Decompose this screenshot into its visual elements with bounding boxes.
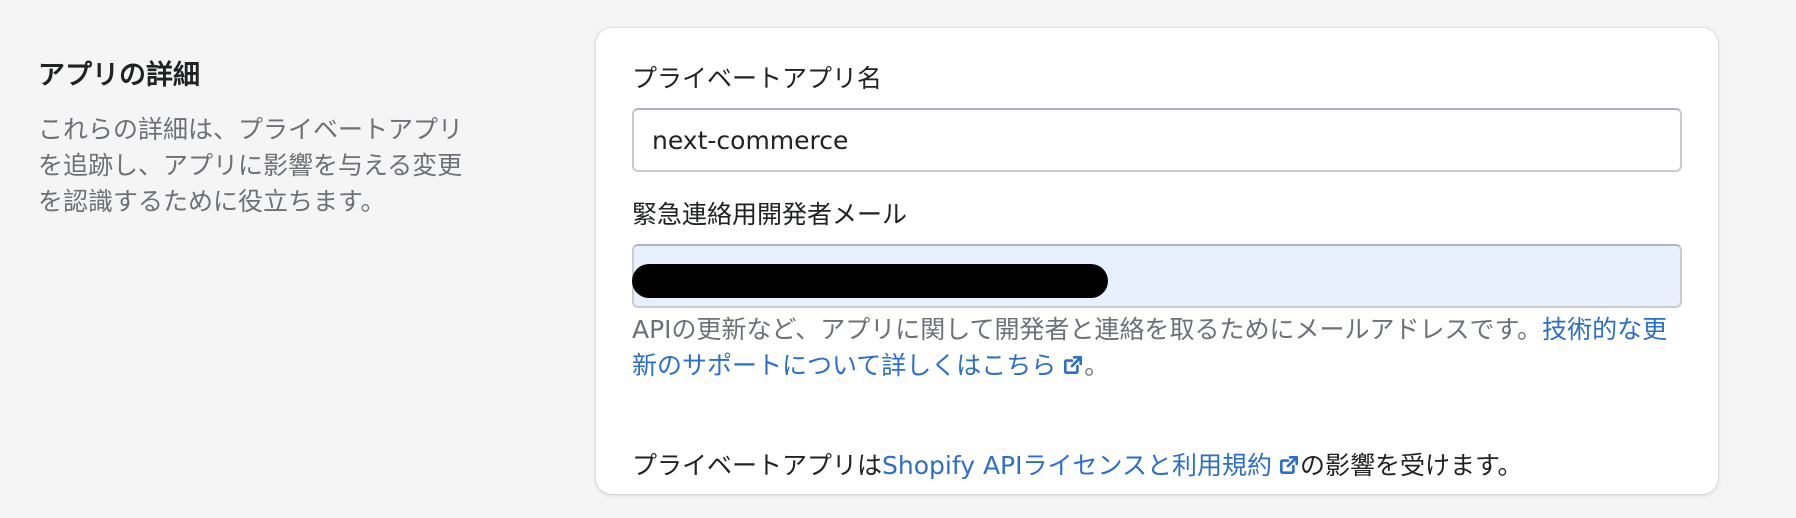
app-name-input[interactable] [632, 108, 1682, 172]
email-help-text: APIの更新など、アプリに関して開発者と連絡を取るためにメールアドレスです。技術… [632, 312, 1686, 384]
external-link-icon [1064, 355, 1083, 375]
external-link-icon [1279, 455, 1299, 475]
section-annotation: アプリの詳細 これらの詳細は、プライベートアプリを追跡し、アプリに影響を与える変… [38, 58, 478, 220]
section-title: アプリの詳細 [38, 60, 200, 91]
email-help-end: 。 [1084, 351, 1110, 380]
redaction-mark [632, 264, 1108, 298]
api-terms-notice: プライベートアプリはShopify APIライセンスと利用規約 の影響を受けます。 [632, 448, 1523, 484]
api-terms-link-label: Shopify APIライセンスと利用規約 [882, 451, 1272, 480]
api-terms-suffix: の影響を受けます。 [1300, 451, 1523, 480]
email-help-description: APIの更新など、アプリに関して開発者と連絡を取るためにメールアドレスです。 [632, 315, 1543, 344]
api-terms-prefix: プライベートアプリは [632, 451, 883, 480]
app-name-label: プライベートアプリ名 [632, 64, 883, 93]
developer-email-label: 緊急連絡用開発者メール [632, 200, 908, 229]
api-terms-link[interactable]: Shopify APIライセンスと利用規約 [882, 451, 1300, 480]
section-description: これらの詳細は、プライベートアプリを追跡し、アプリに影響を与える変更を認識するた… [38, 115, 464, 216]
app-details-card: プライベートアプリ名 緊急連絡用開発者メール APIの更新など、アプリに関して開… [596, 28, 1718, 494]
